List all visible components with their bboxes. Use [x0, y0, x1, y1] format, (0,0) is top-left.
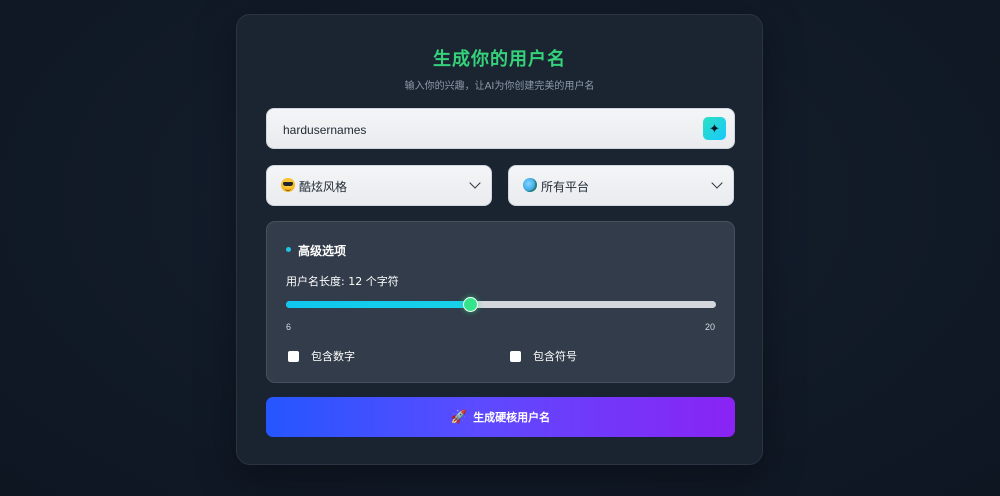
- length-slider-thumb[interactable]: [463, 297, 479, 312]
- style-select-value: 酷炫风格: [299, 180, 348, 194]
- keyword-field[interactable]: ✦: [266, 108, 735, 150]
- chevron-down-icon: [711, 177, 723, 189]
- include-numbers-checkbox[interactable]: [288, 350, 299, 362]
- advanced-options-title: 高级选项: [298, 244, 347, 258]
- globe-icon: [523, 178, 537, 192]
- chevron-down-icon: [469, 177, 481, 189]
- length-slider[interactable]: [286, 297, 716, 312]
- sparkle-wand-icon[interactable]: ✦: [703, 117, 726, 140]
- generate-button[interactable]: 🚀 生成硬核用户名: [266, 397, 735, 437]
- page-title: 生成你的用户名: [433, 49, 566, 70]
- platform-select-value: 所有平台: [541, 180, 590, 194]
- generator-card: 生成你的用户名 输入你的兴趣，让AI为你创建完美的用户名 ✦ 酷炫风格 所有平台…: [236, 14, 763, 465]
- platform-select[interactable]: 所有平台: [508, 165, 734, 206]
- generate-button-label: 生成硬核用户名: [473, 411, 551, 424]
- include-numbers-option[interactable]: 包含数字: [288, 348, 355, 364]
- style-select[interactable]: 酷炫风格: [266, 165, 492, 206]
- page-subtitle: 输入你的兴趣，让AI为你创建完美的用户名: [404, 81, 595, 92]
- include-symbols-checkbox[interactable]: [510, 350, 521, 362]
- keyword-input[interactable]: [281, 109, 685, 150]
- advanced-options-panel: 高级选项 用户名长度: 12 个字符 6 20 包含数字 包含符号: [266, 221, 735, 383]
- length-label: 用户名长度: 12 个字符: [286, 275, 399, 288]
- rocket-icon: 🚀: [450, 409, 468, 424]
- bullet-dot-icon: [286, 247, 291, 252]
- slider-min-label: 6: [286, 322, 292, 332]
- slider-max-label: 20: [705, 322, 716, 332]
- include-symbols-option[interactable]: 包含符号: [510, 348, 577, 364]
- include-symbols-label: 包含符号: [533, 350, 577, 363]
- cool-face-icon: [281, 178, 295, 192]
- length-slider-fill: [286, 301, 471, 308]
- include-numbers-label: 包含数字: [311, 350, 355, 363]
